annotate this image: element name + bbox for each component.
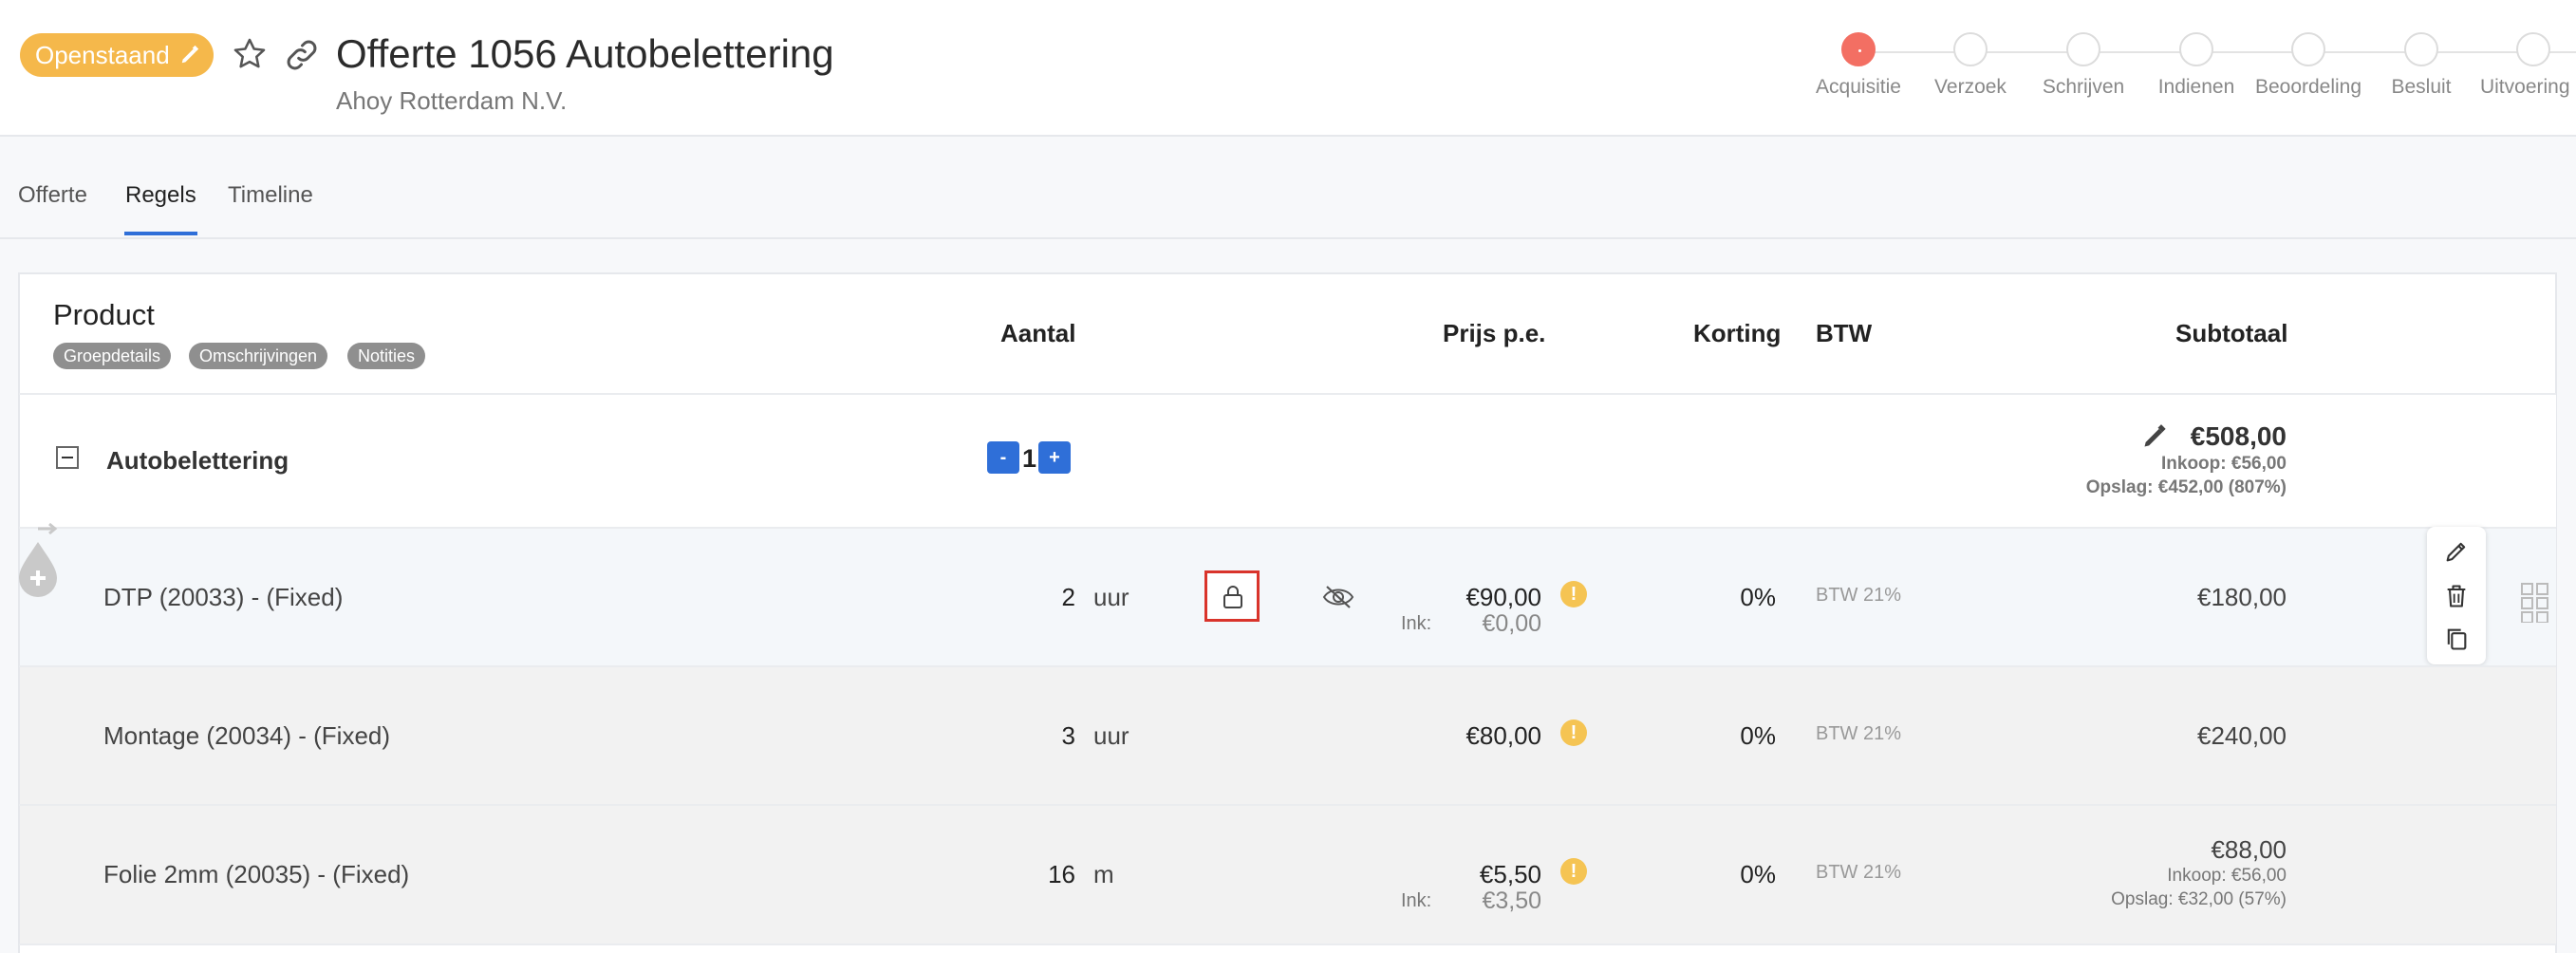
tabs-divider [0, 237, 2576, 239]
table-row[interactable] [20, 529, 2556, 665]
link-icon[interactable] [283, 36, 321, 74]
step-label: Uitvoering o [2479, 76, 2576, 98]
step-dot [2066, 32, 2100, 66]
eye-off-icon[interactable] [1322, 584, 1354, 610]
add-row-icon[interactable] [17, 521, 59, 597]
tab-regels[interactable]: Regels [125, 182, 196, 209]
collapse-toggle[interactable] [56, 446, 79, 469]
group-inkoop: Inkoop: €56,00 [2161, 454, 2287, 474]
tab-offerte[interactable]: Offerte [18, 182, 87, 209]
qty-minus-button[interactable]: - [987, 441, 1019, 474]
column-header-product: Product [53, 298, 155, 331]
pill-groepdetails[interactable]: Groepdetails [53, 343, 172, 369]
warning-icon[interactable]: ! [1560, 858, 1587, 885]
step-dot-active [1841, 32, 1876, 66]
group-opslag: Opslag: €452,00 (807%) [2085, 477, 2287, 497]
group-qty: 1 [1022, 444, 1037, 473]
page-header: Openstaand Offerte 1056 Autobelettering … [0, 0, 2576, 137]
page-title: Offerte 1056 Autobelettering [336, 31, 834, 76]
row-btw[interactable]: BTW 21% [1816, 862, 1901, 884]
divider [19, 944, 2556, 945]
pill-omschrijvingen[interactable]: Omschrijvingen [189, 343, 328, 369]
lock-icon [1223, 586, 1242, 608]
row-unit: uur [1093, 721, 1129, 750]
row-qty[interactable]: 16 [1048, 860, 1075, 889]
column-header-korting: Korting [1693, 319, 1782, 347]
row-opslag: Opslag: €32,00 (57%) [2111, 889, 2287, 909]
step-dot [2179, 32, 2213, 66]
grid-icon[interactable] [2521, 583, 2549, 623]
column-header-btw: BTW [1816, 319, 1873, 347]
row-price[interactable]: €80,00 [1465, 721, 1541, 751]
ink-value: €0,00 [1482, 610, 1541, 637]
product-name: Folie 2mm (20035) - (Fixed) [103, 860, 410, 888]
copy-icon[interactable] [2443, 626, 2470, 652]
row-inkoop: Inkoop: €56,00 [2167, 866, 2287, 886]
step-dot [1953, 32, 1988, 66]
star-icon[interactable] [232, 36, 268, 72]
page-subtitle: Ahoy Rotterdam N.V. [336, 86, 568, 115]
active-tab-indicator [124, 232, 197, 235]
step-dot [2404, 32, 2438, 66]
trash-icon[interactable] [2443, 583, 2470, 609]
row-qty[interactable]: 2 [1062, 583, 1075, 612]
warning-icon[interactable]: ! [1560, 581, 1587, 607]
row-price[interactable]: €90,00 [1465, 583, 1541, 612]
row-korting[interactable]: 0% [1740, 860, 1776, 889]
product-name: DTP (20033) - (Fixed) [103, 583, 344, 611]
row-btw[interactable]: BTW 21% [1816, 585, 1901, 607]
pill-notities[interactable]: Notities [347, 343, 426, 369]
lock-highlight[interactable] [1204, 570, 1260, 622]
row-subtotal: €88,00 [2211, 835, 2287, 864]
row-btw[interactable]: BTW 21% [1816, 723, 1901, 745]
row-actions-panel [2427, 527, 2486, 664]
qty-plus-button[interactable]: + [1038, 441, 1071, 474]
row-korting[interactable]: 0% [1740, 583, 1776, 612]
step-dot [2291, 32, 2325, 66]
row-subtotal: €240,00 [2197, 721, 2287, 750]
status-badge[interactable]: Openstaand [20, 33, 214, 77]
column-header-subtotaal: Subtotaal [2175, 319, 2288, 347]
warning-icon[interactable]: ! [1560, 719, 1587, 746]
edit-icon[interactable] [2443, 538, 2470, 565]
tab-timeline[interactable]: Timeline [228, 182, 313, 209]
group-name: Autobelettering [106, 446, 289, 475]
row-price[interactable]: €5,50 [1480, 860, 1541, 889]
row-subtotal: €180,00 [2197, 583, 2287, 611]
ink-value: €3,50 [1482, 888, 1541, 914]
column-header-prijs: Prijs p.e. [1443, 319, 1546, 347]
ink-label: Ink: [1401, 613, 1432, 634]
pencil-icon[interactable] [2141, 423, 2168, 450]
status-label: Openstaand [35, 41, 170, 69]
group-subtotal: €508,00 [2190, 421, 2287, 451]
step-dot [2516, 32, 2550, 66]
row-unit: m [1093, 860, 1114, 888]
step-uitvoering[interactable]: Uitvoering o [2457, 32, 2576, 99]
table-row[interactable] [20, 667, 2556, 804]
column-header-aantal: Aantal [1000, 319, 1076, 347]
ink-label: Ink: [1401, 890, 1432, 911]
pencil-icon [181, 45, 198, 64]
row-unit: uur [1093, 583, 1129, 611]
row-korting[interactable]: 0% [1740, 721, 1776, 751]
product-name: Montage (20034) - (Fixed) [103, 721, 391, 750]
row-qty[interactable]: 3 [1062, 721, 1075, 751]
